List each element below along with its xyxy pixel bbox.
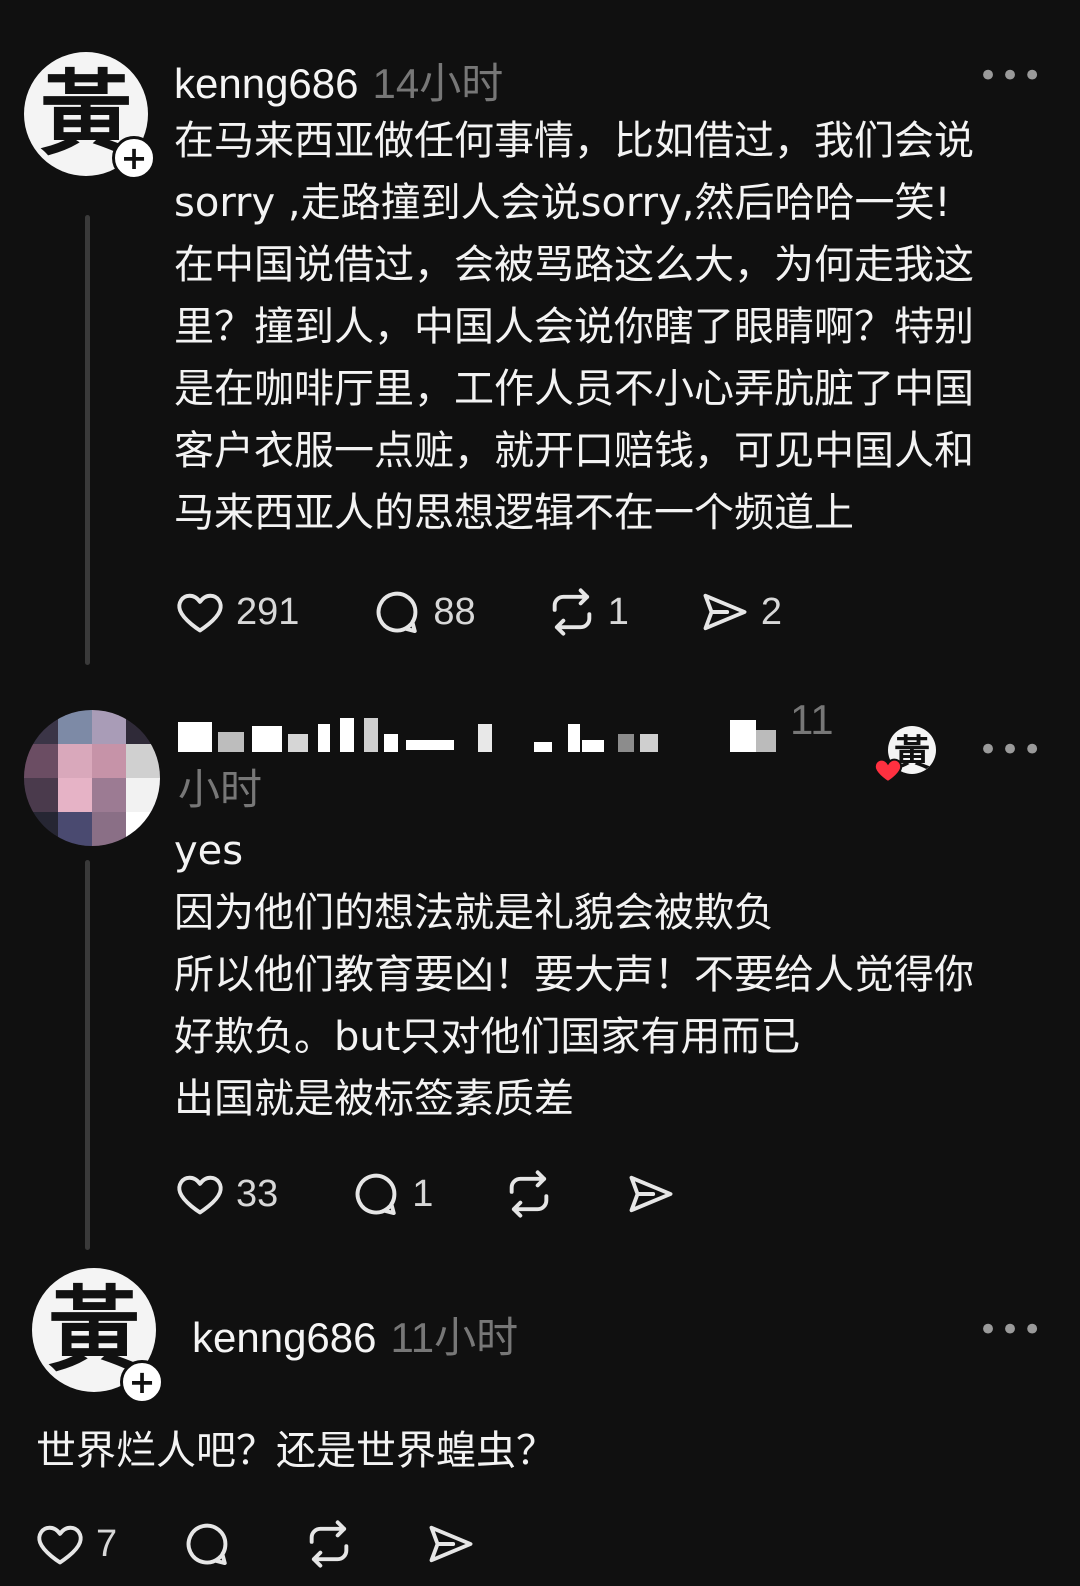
like-button[interactable]: 33	[174, 1168, 278, 1220]
avatar-pixelated[interactable]	[24, 710, 160, 846]
post-time-unit: 小时	[178, 756, 262, 817]
share-button[interactable]	[625, 1168, 677, 1220]
action-bar: 33 1	[174, 1168, 677, 1220]
action-bar: 7	[34, 1518, 477, 1570]
more-icon[interactable]: •••	[978, 56, 1044, 96]
post-time: 11小时	[390, 1314, 519, 1361]
share-button[interactable]	[425, 1518, 477, 1570]
comment-icon	[377, 591, 418, 634]
repost-icon	[309, 1520, 349, 1568]
post-3: 黃 + kenng686 11小时 ••• 世界烂人吧？还是世界蝗虫？ 7	[0, 1260, 1080, 1586]
share-icon	[629, 1175, 673, 1213]
repost-icon	[510, 1170, 549, 1218]
reply-button[interactable]: 88	[371, 586, 476, 638]
avatar[interactable]: 黃 +	[32, 1268, 164, 1404]
like-count: 7	[96, 1522, 118, 1565]
reply-count: 88	[433, 590, 476, 633]
post-time: 14小时	[372, 60, 504, 107]
more-icon[interactable]: •••	[978, 1310, 1044, 1350]
repost-button[interactable]	[503, 1168, 555, 1220]
like-button[interactable]: 291	[174, 586, 299, 638]
username-pixelated[interactable]	[178, 710, 778, 754]
share-icon	[703, 593, 747, 631]
heart-icon	[177, 1175, 223, 1215]
share-icon	[429, 1525, 473, 1563]
reply-count: 1	[412, 1172, 434, 1215]
comment-icon	[355, 1173, 397, 1216]
post-1: 黃 + kenng686 14小时 ••• 在马来西亚做任何事情，比如借过，我们会…	[0, 0, 1080, 680]
thread-line	[85, 860, 90, 1250]
post-text: 在马来西亚做任何事情，比如借过，我们会说 sorry ,走路撞到人会说sorry…	[174, 118, 974, 536]
plus-icon[interactable]: +	[120, 1360, 164, 1404]
comment-icon	[186, 1523, 228, 1566]
thread-line	[85, 215, 90, 665]
username[interactable]: kenng686	[192, 1314, 377, 1361]
post-time-unit-text: 小时	[178, 766, 263, 813]
post-header: kenng686 11小时	[192, 1304, 518, 1365]
repost-button[interactable]	[303, 1518, 355, 1570]
like-count: 33	[236, 1172, 279, 1215]
post-2: 11 小时 黃 ••• yes 因为他们的想法就是礼貌会被欺负 所以他们教育要凶…	[0, 680, 1080, 1260]
share-button[interactable]: 2	[699, 586, 782, 638]
plus-icon[interactable]: +	[112, 136, 156, 180]
avatar[interactable]: 黃 +	[24, 52, 156, 180]
action-bar: 291 88 1 2	[174, 586, 782, 638]
repost-count: 1	[607, 590, 629, 633]
reply-button[interactable]: 1	[350, 1168, 433, 1220]
heart-icon	[177, 593, 223, 633]
share-count: 2	[760, 590, 782, 633]
heart-icon	[37, 1525, 83, 1565]
reply-button[interactable]	[181, 1518, 233, 1570]
like-button[interactable]: 7	[34, 1518, 117, 1570]
post-time: 11	[790, 696, 834, 744]
heart-badge-icon	[873, 758, 903, 784]
like-count: 291	[236, 590, 300, 633]
post-text: 世界烂人吧？还是世界蝗虫？	[36, 1428, 556, 1474]
post-text: yes 因为他们的想法就是礼貌会被欺负 所以他们教育要凶！要大声！不要给人觉得你…	[174, 828, 974, 1122]
more-icon[interactable]: •••	[978, 730, 1044, 770]
username[interactable]: kenng686	[174, 60, 359, 107]
repost-icon	[552, 588, 591, 636]
post-time-number: 11	[790, 696, 834, 743]
repost-button[interactable]: 1	[546, 586, 629, 638]
post-header: kenng686 14小时	[174, 50, 503, 111]
